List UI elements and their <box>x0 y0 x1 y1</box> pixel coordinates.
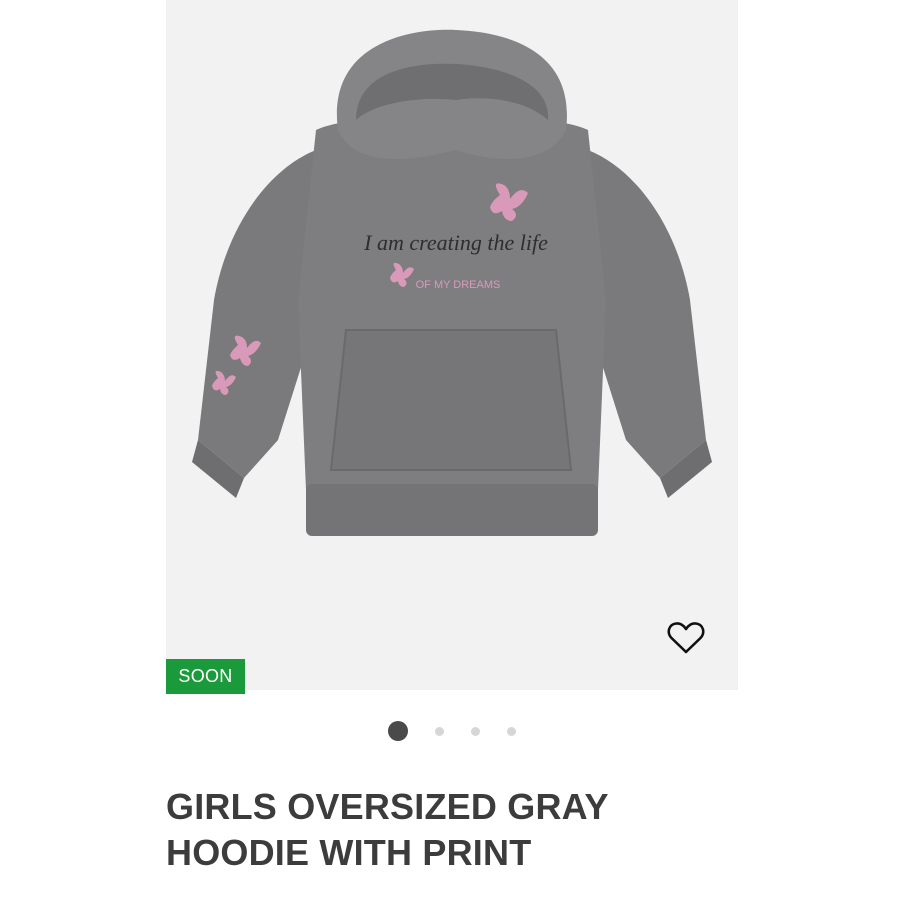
carousel-dot-2[interactable] <box>435 726 444 736</box>
product-image[interactable]: I am creating the life OF MY DREAMS <box>166 0 738 690</box>
carousel-dot-3[interactable] <box>471 726 480 736</box>
product-title-line-2: HOODIE WITH PRINT <box>166 832 532 873</box>
hoodie-illustration: I am creating the life OF MY DREAMS <box>192 29 712 536</box>
print-script: I am creating the life <box>363 230 548 255</box>
heart-outline-icon <box>667 622 705 654</box>
wishlist-button[interactable] <box>664 616 708 660</box>
carousel-dot-4[interactable] <box>507 726 516 736</box>
print-caption: OF MY DREAMS <box>416 279 501 291</box>
status-badge: SOON <box>166 659 245 694</box>
carousel-dot-1[interactable] <box>388 721 408 741</box>
product-title: GIRLS OVERSIZED GRAY HOODIE WITH PRINT <box>166 784 766 876</box>
carousel-indicators <box>380 720 520 742</box>
product-title-line-1: GIRLS OVERSIZED GRAY <box>166 786 609 827</box>
